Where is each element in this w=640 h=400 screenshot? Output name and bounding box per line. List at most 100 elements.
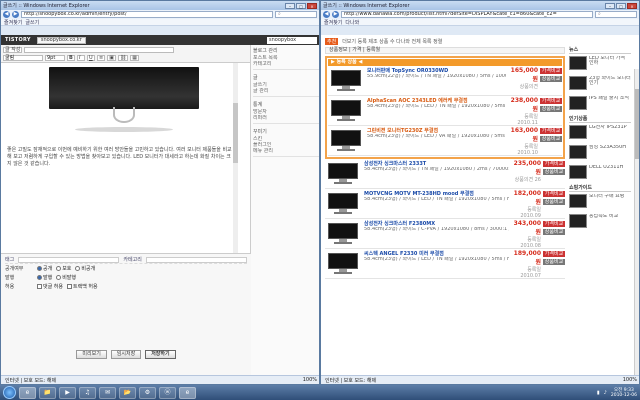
user-select[interactable]: snoopybox <box>267 36 317 44</box>
product-name[interactable]: 그린비젼 모니터TG230Z 무결점 <box>367 127 506 134</box>
left-browser-window[interactable]: 글쓰기 :: Windows Internet Explorer – □ × ◀… <box>0 0 320 385</box>
blog-address[interactable]: snoopybox.co.kr <box>36 36 86 44</box>
tistory-logo[interactable]: TISTORY <box>5 37 31 43</box>
tag-input[interactable] <box>18 256 120 263</box>
image-icon[interactable]: ▣ <box>107 55 116 61</box>
left-url-field[interactable]: http://snoopybox.co.kr/admin/entry/post/ <box>21 11 273 18</box>
product-name[interactable]: MOTVCNG MOTV MT-238HD mood 무결점 <box>364 190 509 197</box>
taskbar-app-icon[interactable]: ⚙ <box>139 386 156 399</box>
news-item[interactable]: LED 모니터 가격 인하 <box>569 56 631 74</box>
bold-button[interactable]: B <box>67 55 75 61</box>
underline-button[interactable]: U <box>87 55 95 61</box>
compare-price-button[interactable]: 가격비교 <box>540 68 562 74</box>
tab-current[interactable]: 글쓰기 <box>25 19 39 26</box>
compare-price-button[interactable]: 가격비교 <box>540 98 562 104</box>
sidebar-item[interactable]: 카테고리 <box>253 61 319 67</box>
minimize-button[interactable]: – <box>285 2 295 9</box>
zoom-level[interactable]: 100% <box>303 377 317 383</box>
product-thumbnail[interactable] <box>327 253 361 275</box>
checkbox-comment[interactable]: 댓글 허용 <box>37 283 63 290</box>
compare-product-button[interactable]: 상품비교 <box>543 229 565 235</box>
table-icon[interactable]: ▦ <box>130 55 140 61</box>
compare-product-button[interactable]: 상품비교 <box>540 106 562 112</box>
radio-protected[interactable]: 보호 <box>56 265 71 272</box>
tab-current[interactable]: 다나와 <box>345 19 359 26</box>
page-scrollbar[interactable] <box>634 69 639 375</box>
product-name[interactable]: 삼성전자 싱크마스터 F2380MX <box>364 220 509 227</box>
radio-public[interactable]: 공개 <box>37 265 52 272</box>
taskbar-app-icon[interactable]: e <box>19 386 36 399</box>
compare-price-button[interactable]: 가격비교 <box>540 128 562 134</box>
taskbar-app-icon[interactable]: ▶ <box>59 386 76 399</box>
taskbar-app-icon[interactable]: ⓦ <box>159 386 176 399</box>
product-name[interactable]: 삼성전자 싱크마스터 2333T <box>364 160 509 167</box>
start-button[interactable] <box>3 386 16 399</box>
compare-product-button[interactable]: 상품비교 <box>543 259 565 265</box>
forward-icon[interactable]: ▶ <box>12 11 19 18</box>
left-titlebar[interactable]: 글쓰기 :: Windows Internet Explorer – □ × <box>1 1 319 10</box>
maximize-button[interactable]: □ <box>296 2 306 9</box>
radio-unpublish[interactable]: 비발행 <box>56 274 76 281</box>
compare-product-button[interactable]: 상품비교 <box>540 136 562 142</box>
right-search-field[interactable]: ⌕ <box>595 11 637 18</box>
clock[interactable]: 오전 9:33 2010-12-06 <box>611 388 637 398</box>
product-thumbnail[interactable] <box>330 130 364 152</box>
product-row[interactable]: 삼성전자 싱크마스터 F2380MX 58.4cm(23형) / 와이드 / C-… <box>325 219 565 249</box>
taskbar-app-icon[interactable]: 📂 <box>119 386 136 399</box>
popular-item[interactable]: 삼성 S23A350H <box>569 145 631 163</box>
close-button[interactable]: × <box>627 2 637 9</box>
product-row[interactable]: 삼성전자 싱크마스터 2333T 58.4cm(23형) / 와이드 / TN 패… <box>325 159 565 189</box>
product-row[interactable]: 씨스텍 ANGEL F2330 미러 무결점 58.4cm(23형) / 와이드 … <box>325 249 565 279</box>
zoom-level[interactable]: 100% <box>623 377 637 383</box>
radio-publish[interactable]: 발행 <box>37 274 52 281</box>
news-item[interactable]: 23형 와이드 모니터 인기 <box>569 76 631 94</box>
align-icon[interactable]: ≡ <box>97 55 106 61</box>
taskbar-app-icon[interactable]: e <box>179 386 196 399</box>
guide-item[interactable]: 모니터 구매 요령 <box>569 194 631 212</box>
checkbox-trackback[interactable]: 트랙백 허용 <box>67 283 98 290</box>
product-row[interactable]: MOTVCNG MOTV MT-238HD mood 무결점 58.4cm(23형… <box>325 189 565 219</box>
minimize-button[interactable]: – <box>605 2 615 9</box>
product-name[interactable]: AlphaScan AOC 2343LED 에러케 무결점 <box>367 97 506 104</box>
font-select[interactable]: 굴림 <box>3 55 43 61</box>
product-name[interactable]: 씨스텍 ANGEL F2330 미러 무결점 <box>364 250 509 257</box>
right-titlebar[interactable]: 글쓰기 :: Windows Internet Explorer – □ × <box>321 1 639 10</box>
product-thumbnail[interactable] <box>327 223 361 245</box>
forward-icon[interactable]: ▶ <box>332 11 339 18</box>
volume-icon[interactable]: ♪ <box>604 390 607 396</box>
taskbar-app-icon[interactable]: 📁 <box>39 386 56 399</box>
product-thumbnail[interactable] <box>327 163 361 185</box>
favorites-button[interactable]: 즐겨찾기 <box>324 19 342 26</box>
sidebar-item[interactable]: 리퍼러 <box>253 115 319 121</box>
product-row[interactable]: 그린비젼 모니터TG230Z 무결점 58.4cm(23형) / 와이드 / LE… <box>328 126 562 156</box>
right-url-field[interactable]: http://www.danawa.com/product/list.html?… <box>341 11 593 18</box>
left-search-field[interactable]: ⌕ <box>275 11 317 18</box>
save-button[interactable]: 저장하기 <box>145 350 176 359</box>
taskbar-app-icon[interactable]: ♫ <box>79 386 96 399</box>
compare-price-button[interactable]: 가격비교 <box>543 161 565 167</box>
favorites-button[interactable]: 즐겨찾기 <box>4 19 22 26</box>
popular-item[interactable]: LG전자 IPS231P <box>569 125 631 143</box>
sidebar-item[interactable]: 글 관리 <box>253 88 319 94</box>
compare-product-button[interactable]: 상품비교 <box>543 199 565 205</box>
product-name[interactable]: 모니터판매 TopSync OR0330WD <box>367 67 506 74</box>
product-thumbnail[interactable] <box>330 70 364 92</box>
right-browser-window[interactable]: 글쓰기 :: Windows Internet Explorer – □ × ◀… <box>320 0 640 385</box>
product-row[interactable]: 모니터판매 TopSync OR0330WD 55.9cm(22형) / 와이드 … <box>328 66 562 96</box>
news-item[interactable]: IPS 패널 출시 소식 <box>569 96 631 114</box>
italic-button[interactable]: I <box>77 55 85 61</box>
close-button[interactable]: × <box>307 2 317 9</box>
compare-price-button[interactable]: 가격비교 <box>543 251 565 257</box>
compare-price-button[interactable]: 가격비교 <box>543 191 565 197</box>
taskbar-app-icon[interactable]: ✉ <box>99 386 116 399</box>
preview-button[interactable]: 미리보기 <box>76 350 107 359</box>
back-icon[interactable]: ◀ <box>323 11 330 18</box>
back-icon[interactable]: ◀ <box>3 11 10 18</box>
product-row[interactable]: AlphaScan AOC 2343LED 에러케 무결점 58.4cm(23형)… <box>328 96 562 126</box>
product-thumbnail[interactable] <box>330 100 364 122</box>
compare-product-button[interactable]: 상품비교 <box>540 76 562 82</box>
editor-scrollbar[interactable] <box>233 63 238 258</box>
compare-price-button[interactable]: 가격비교 <box>543 221 565 227</box>
guide-item[interactable]: 응답속도 비교 <box>569 214 631 232</box>
title-input[interactable] <box>24 47 175 53</box>
